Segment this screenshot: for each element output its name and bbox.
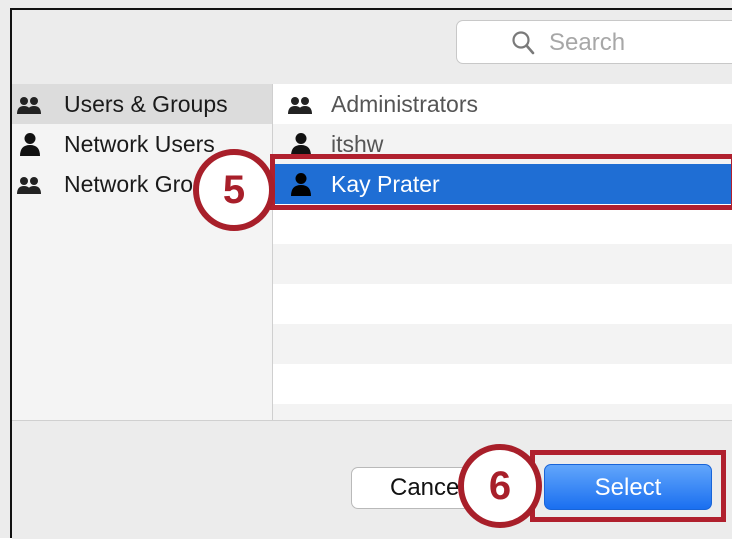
step-5-callout: 5 [193,149,275,231]
empty-row [273,244,732,284]
group-icon [288,97,312,114]
list-item-itshw[interactable]: itshw [273,124,732,164]
user-picker-dialog: Search Users & Groups Network Users Netw… [0,0,732,539]
empty-row [273,204,732,244]
user-icon [20,133,40,156]
search-field[interactable]: Search [456,20,732,64]
cancel-button[interactable]: Cancel [351,467,471,509]
list-item-label: Kay Prater [331,171,440,197]
window-border [10,8,12,538]
list-item-kay-prater[interactable]: Kay Prater [273,164,732,204]
sidebar-item-users-groups[interactable]: Users & Groups [12,84,272,124]
member-list: Administrators itshw Kay Prater [273,84,732,420]
user-icon [291,133,311,156]
list-item-label: Administrators [331,91,478,117]
sidebar-item-label: Network Users [64,131,215,157]
step-6-callout: 6 [458,444,542,528]
sidebar-item-label: Users & Groups [64,91,228,117]
list-item-administrators[interactable]: Administrators [273,84,732,124]
empty-row [273,284,732,324]
group-icon [17,97,41,114]
empty-row [273,404,732,420]
source-sidebar: Users & Groups Network Users Network Gro… [12,84,273,420]
user-icon [291,173,311,196]
list-item-label: itshw [331,131,384,157]
empty-row [273,364,732,404]
window-border [10,8,732,10]
group-icon [17,177,41,194]
magnifier-icon [512,31,535,55]
select-button[interactable]: Select [544,464,712,510]
search-placeholder: Search [549,29,626,56]
empty-row [273,324,732,364]
